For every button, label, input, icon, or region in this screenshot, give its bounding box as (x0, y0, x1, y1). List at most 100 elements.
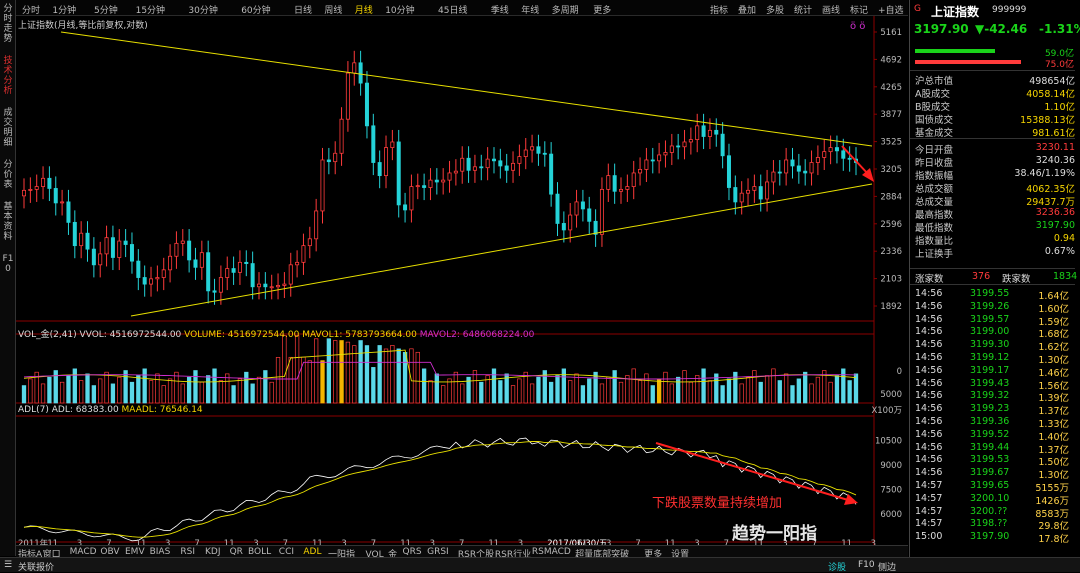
candle-body (822, 151, 827, 158)
period-11[interactable]: 季线 (491, 3, 509, 16)
tick-price: 3200.?? (970, 505, 1008, 517)
tick-price: 3199.32 (970, 390, 1010, 402)
indicator-tab-15[interactable]: GRSI (427, 547, 449, 557)
candle-body (256, 283, 261, 288)
indicator-tab-4[interactable]: EMV (125, 547, 145, 557)
period-4[interactable]: 30分钟 (188, 3, 217, 16)
indicator-tab-10[interactable]: CCI (279, 547, 294, 557)
candle-body (307, 238, 312, 247)
tick-row: 14:56 3199.43 1.56亿 (910, 378, 1075, 392)
tick-time: 14:56 (915, 288, 943, 299)
tick-row: 15:00 3197.90 17.8亿 (910, 531, 1075, 546)
candle-body (485, 158, 490, 169)
volume-bar (777, 380, 782, 404)
volume-ratio-bar (915, 49, 995, 53)
candle-body (447, 172, 452, 181)
tick-time: 14:56 (915, 428, 943, 440)
volume-bar (333, 340, 338, 404)
volume-bar (250, 383, 255, 404)
period-12[interactable]: 年线 (521, 3, 539, 16)
toolbar-2[interactable]: 多股 (766, 3, 784, 16)
period-6[interactable]: 日线 (294, 3, 312, 16)
tick-time: 14:56 (915, 352, 943, 363)
candle-body (536, 146, 541, 154)
sidebar-tab-5[interactable]: F10 (1, 254, 15, 274)
tick-amount: 17.8亿 (1038, 534, 1069, 546)
candle-body (263, 283, 268, 288)
indicator-tab-6[interactable]: RSI (180, 547, 195, 557)
period-2[interactable]: 5分钟 (94, 3, 118, 16)
tick-time: 14:57 (915, 505, 943, 517)
indicator-tab-5[interactable]: BIAS (150, 547, 171, 557)
period-10[interactable]: 45日线 (438, 3, 467, 16)
period-0[interactable]: 分时 (22, 3, 40, 16)
toolbar-5[interactable]: 标记 (850, 3, 868, 16)
status-linked-quote[interactable]: 关联报价 (18, 560, 54, 573)
candle-body (663, 152, 668, 156)
tick-time: 14:57 (915, 480, 943, 491)
toolbar-3[interactable]: 统计 (794, 3, 812, 16)
chart-mini-icons[interactable]: ö ö (850, 21, 865, 32)
volume-bar (587, 378, 592, 404)
candle-body (688, 139, 693, 143)
volume-bar (263, 370, 268, 404)
vol-mavol1: MAVOL1: 5783793664.00 (302, 330, 417, 340)
indicator-tab-8[interactable]: QR (230, 547, 243, 557)
quote-row: A股成交 4058.14亿 (910, 86, 1075, 101)
period-7[interactable]: 周线 (324, 3, 342, 16)
tick-row: 14:56 3199.44 1.37亿 (910, 441, 1075, 456)
indicator-tab-7[interactable]: KDJ (205, 547, 221, 557)
index-name: 上证指数 (931, 5, 980, 19)
status-f10[interactable]: F10 (858, 560, 875, 570)
candle-body (758, 186, 763, 200)
period-1[interactable]: 1分钟 (52, 3, 76, 16)
toolbar-6[interactable]: +自选 (878, 3, 904, 16)
indicator-tab-18[interactable]: RSMACD (532, 547, 571, 557)
quote-row: 最高指数 3236.36 (910, 207, 1075, 221)
candle-body (377, 162, 382, 177)
volume-bar (828, 381, 833, 404)
volume-bar (282, 335, 287, 404)
sidebar-tab-0[interactable]: 分时走势 (1, 4, 15, 44)
sidebar-tab-2[interactable]: 成交明细 (1, 108, 15, 148)
toolbar-4[interactable]: 画线 (822, 3, 840, 16)
candle-body (796, 165, 801, 172)
sidebar-tab-1[interactable]: 技术分析 (1, 56, 15, 96)
indicator-tab-3[interactable]: OBV (100, 547, 119, 557)
period-8[interactable]: 月线 (355, 3, 373, 16)
candle-body (390, 141, 395, 148)
volume-bar (307, 360, 312, 404)
volume-bar (536, 376, 541, 404)
candle-body (453, 170, 458, 174)
toolbar-0[interactable]: 指标 (710, 3, 728, 16)
price-axis-label: 3205 (880, 165, 902, 175)
period-toolbar: 分时 1分钟 5分钟 15分钟 30分钟 60分钟 日线 周线 月线 10分钟 45日线 季线 年线 多周… (16, 0, 934, 16)
status-menu-icon[interactable]: ☰ (4, 560, 12, 570)
period-13[interactable]: 多周期 (552, 3, 579, 16)
quote-row-value: 15388.13亿 (1020, 115, 1075, 127)
index-marker: G (914, 4, 921, 14)
volume-bar (809, 383, 814, 404)
period-5[interactable]: 60分钟 (241, 3, 270, 16)
status-sidebar[interactable]: 侧边 (878, 560, 896, 573)
sidebar-tab-3[interactable]: 分价表 (1, 160, 15, 190)
up-count: 376 (972, 271, 991, 282)
candle-body (511, 162, 516, 171)
period-14[interactable]: 更多 (593, 3, 611, 16)
volume-bar (72, 368, 77, 404)
indicator-tab-11[interactable]: ADL (303, 547, 321, 557)
candle-body (676, 145, 681, 148)
price-axis-label: 3525 (880, 138, 902, 148)
sidebar-tab-4[interactable]: 基本资料 (1, 202, 15, 242)
chart-area[interactable]: 5161 4692 4265 3877 3525 3205 2884 2596 2336 2103… (16, 16, 908, 548)
indicator-tab-2[interactable]: MACD (70, 547, 97, 557)
period-3[interactable]: 15分钟 (136, 3, 165, 16)
tick-time: 14:56 (915, 441, 943, 453)
indicator-tab-9[interactable]: BOLL (248, 547, 271, 557)
period-9[interactable]: 10分钟 (385, 3, 414, 16)
indicator-tab-14[interactable]: QRS (403, 547, 422, 557)
tick-price: 3199.57 (970, 313, 1010, 325)
status-diagnose[interactable]: 诊股 (828, 560, 846, 573)
quote-row-label: A股成交 (915, 89, 950, 101)
toolbar-1[interactable]: 叠加 (738, 3, 756, 16)
